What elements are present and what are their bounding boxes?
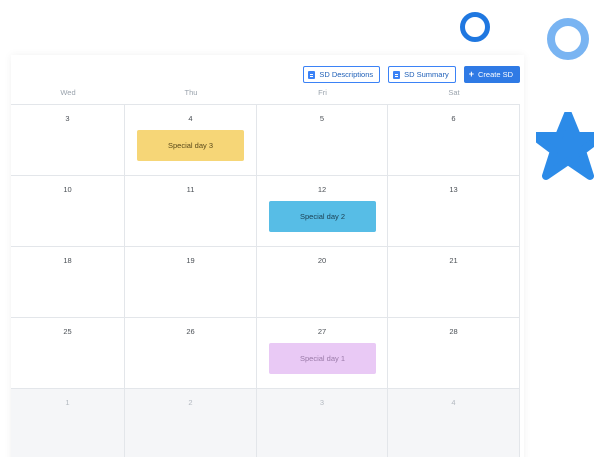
day-number: 5 (319, 114, 325, 123)
calendar-day-cell[interactable]: 28 (388, 318, 520, 389)
calendar-day-cell[interactable]: 6 (388, 105, 520, 176)
calendar-day-cell[interactable]: 13 (388, 176, 520, 247)
calendar-day-cell[interactable]: 25 (11, 318, 125, 389)
calendar-day-cell[interactable]: 12 Special day 2 (257, 176, 388, 247)
page: SD Descriptions SD Summary + Create SD W… (0, 0, 594, 457)
decorative-ring-icon (547, 18, 589, 60)
calendar-day-cell[interactable]: 11 (125, 176, 257, 247)
weekday-header: Thu (184, 88, 198, 97)
calendar-day-cell[interactable]: 19 (125, 247, 257, 318)
event-chip[interactable]: Special day 3 (137, 130, 244, 161)
weekday-header-row: Wed Thu Fri Sat (11, 88, 520, 97)
sd-descriptions-button[interactable]: SD Descriptions (303, 66, 381, 83)
calendar-day-cell[interactable]: 1 (11, 389, 125, 457)
sd-summary-label: SD Summary (404, 70, 449, 79)
document-icon (393, 70, 401, 79)
day-number: 3 (65, 114, 70, 123)
calendar-card: SD Descriptions SD Summary + Create SD W… (11, 55, 524, 457)
day-number: 20 (317, 256, 327, 265)
day-number: 19 (186, 256, 195, 265)
calendar-toolbar: SD Descriptions SD Summary + Create SD (303, 66, 520, 83)
plus-icon: + (468, 69, 474, 79)
day-number: 2 (188, 398, 193, 407)
weekday-header: Fri (318, 88, 327, 97)
calendar-day-cell[interactable]: 5 (257, 105, 388, 176)
decorative-ring-icon (460, 12, 490, 42)
day-number: 4 (451, 398, 456, 407)
day-number: 3 (319, 398, 325, 407)
day-number: 6 (451, 114, 456, 123)
create-sd-button[interactable]: + Create SD (463, 66, 520, 83)
day-number: 13 (449, 185, 458, 194)
sd-summary-button[interactable]: SD Summary (388, 66, 456, 83)
calendar-day-cell[interactable]: 27 Special day 1 (257, 318, 388, 389)
day-number: 28 (449, 327, 458, 336)
calendar-day-cell[interactable]: 3 (257, 389, 388, 457)
calendar-day-cell[interactable]: 21 (388, 247, 520, 318)
document-icon (308, 70, 316, 79)
create-sd-label: Create SD (477, 70, 513, 79)
day-number: 25 (63, 327, 72, 336)
day-number: 12 (317, 185, 327, 194)
calendar-day-cell[interactable]: 4 (388, 389, 520, 457)
sd-descriptions-label: SD Descriptions (319, 70, 374, 79)
calendar-day-cell[interactable]: 2 (125, 389, 257, 457)
weekday-header: Wed (60, 88, 76, 97)
event-chip[interactable]: Special day 2 (269, 201, 376, 232)
day-number: 27 (317, 327, 327, 336)
decorative-star-icon (536, 112, 594, 180)
calendar-grid: 3 4 Special day 3 5 6 10 11 12 Special day 2 13 18… (11, 104, 520, 457)
calendar-day-cell[interactable]: 10 (11, 176, 125, 247)
calendar-day-cell[interactable]: 3 (11, 105, 125, 176)
event-chip[interactable]: Special day 1 (269, 343, 376, 374)
day-number: 18 (63, 256, 72, 265)
day-number: 26 (186, 327, 195, 336)
day-number: 1 (65, 398, 70, 407)
day-number: 21 (449, 256, 458, 265)
day-number: 4 (188, 114, 193, 123)
calendar-day-cell[interactable]: 20 (257, 247, 388, 318)
calendar-day-cell[interactable]: 26 (125, 318, 257, 389)
day-number: 11 (186, 185, 195, 194)
day-number: 10 (63, 185, 72, 194)
calendar-day-cell[interactable]: 18 (11, 247, 125, 318)
weekday-header: Sat (448, 88, 460, 97)
calendar-day-cell[interactable]: 4 Special day 3 (125, 105, 257, 176)
